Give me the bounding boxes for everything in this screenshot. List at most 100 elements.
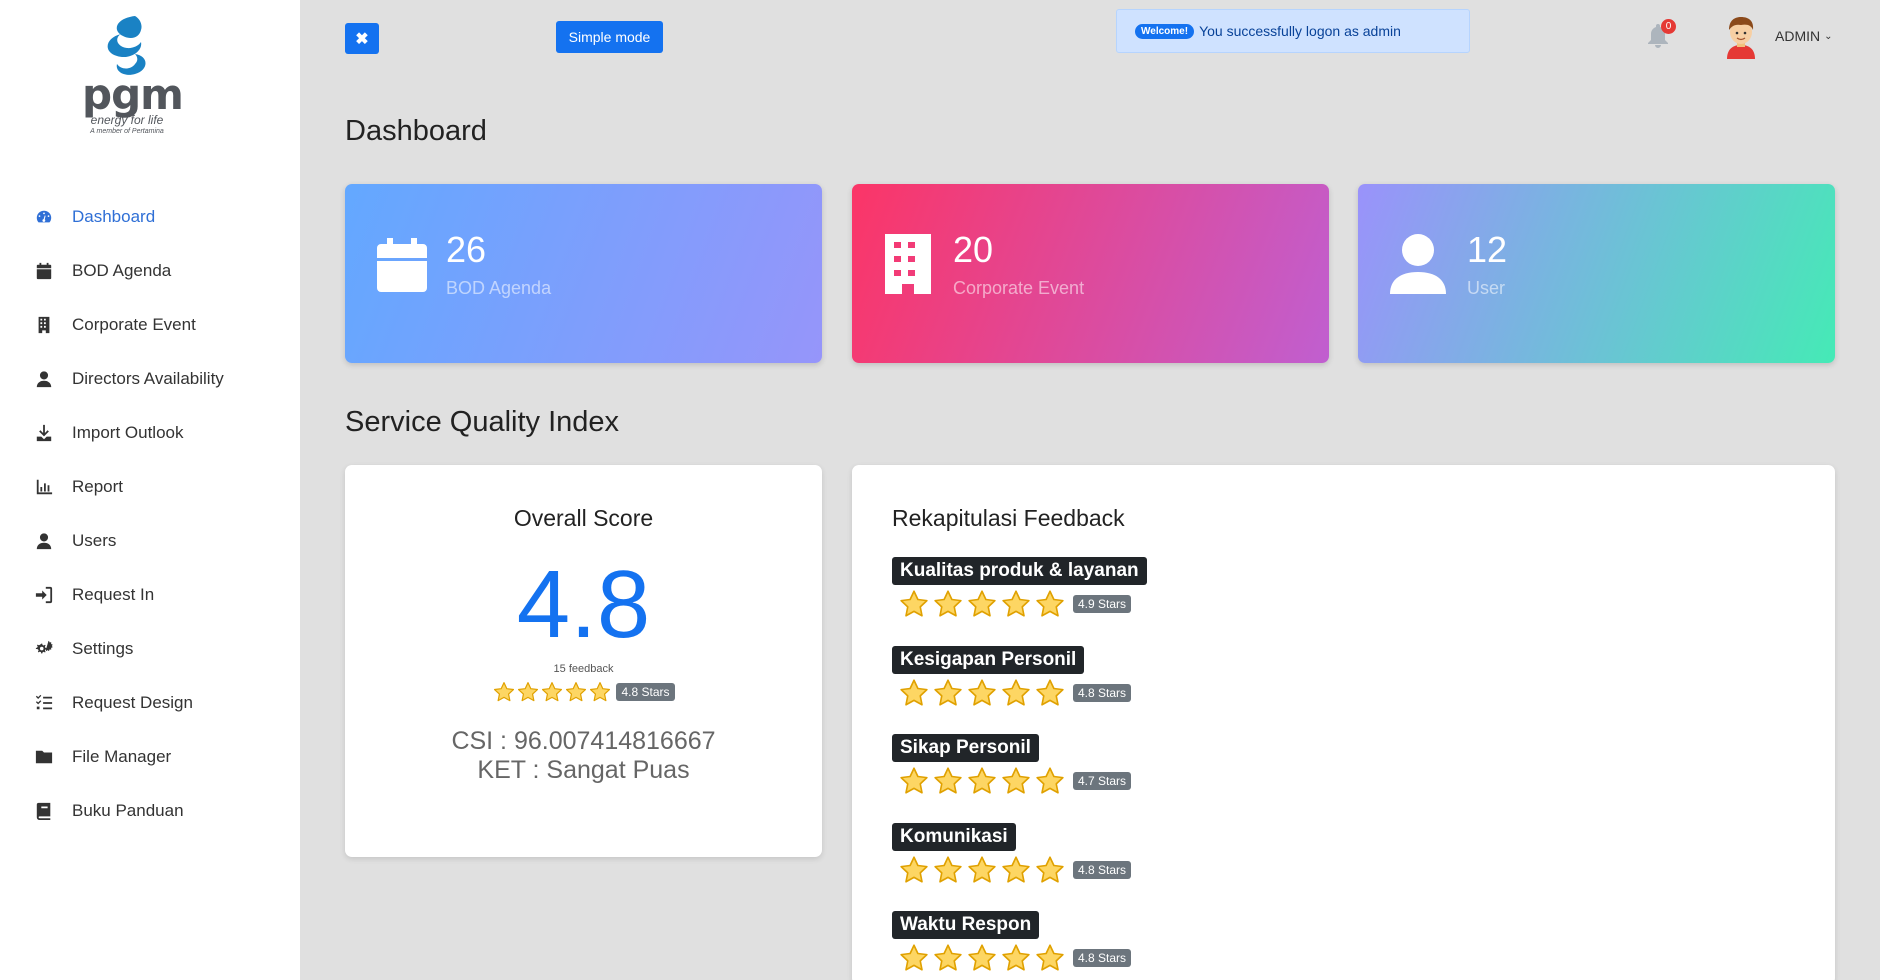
book-icon [34,801,54,821]
stat-card-bod-agenda[interactable]: 26 BOD Agenda [345,184,822,363]
star-icon [1001,943,1031,973]
sidebar-item-label: Users [72,531,117,550]
stat-card-corporate-event[interactable]: 20 Corporate Event [852,184,1329,363]
stars-badge: 4.8 Stars [616,683,675,701]
sidebar-item-label: Settings [72,639,134,658]
user-icon [34,531,54,551]
recap-item: Waktu Respon 4.8 Stars [892,911,1147,980]
brand-subline: A member of Pertamina [90,128,164,135]
feedback-recap-card: Rekapitulasi Feedback Kualitas produk & … [852,465,1835,980]
sidebar-item-buku-panduan[interactable]: Buku Panduan [0,784,300,838]
stat-value: 20 [953,229,994,270]
sidebar-item-directors-availability[interactable]: Directors Availability [0,352,300,406]
folder-icon [34,747,54,767]
sidebar-item-bod-agenda[interactable]: BOD Agenda [0,244,300,298]
sidebar-item-label: Directors Availability [72,369,224,388]
star-icon [899,855,929,885]
recap-item-label: Komunikasi [892,822,1016,851]
overall-score-value: 4.8 [516,551,651,658]
user-menu-dropdown[interactable]: ADMIN ⌄ [1775,28,1833,44]
stars-badge: 4.8 Stars [1073,860,1132,879]
page-title: Dashboard [345,115,487,147]
star-icon [493,681,515,703]
welcome-alert: Welcome! You successfully logon as admin [1116,9,1470,53]
star-icon [1035,855,1065,885]
recap-item-label: Kualitas produk & layanan [892,557,1147,585]
recap-item-label: Kesigapan Personil [892,645,1085,674]
list-check-icon [34,693,54,713]
sidebar-item-label: Request Design [72,693,193,712]
sidebar-item-users[interactable]: Users [0,514,300,568]
star-icon [1035,589,1065,619]
star-icon [899,678,929,708]
csi-summary: CSI : 96.007414816667 KET : Sangat Puas [345,727,822,785]
sidebar-item-report[interactable]: Report [0,460,300,514]
feedback-count: 15 feedback [553,663,614,675]
brand-tagline: energy for life [90,113,164,127]
user-name: ADMIN [1775,28,1821,44]
calendar-icon [375,232,429,296]
star-icon [933,589,963,619]
building-icon [883,232,933,296]
stat-card-user[interactable]: 12 User [1358,184,1835,363]
star-icon [1035,766,1065,796]
star-icon [899,589,929,619]
recap-star-rating: 4.8 Stars [899,855,1147,885]
stat-label: User [1467,278,1506,298]
star-icon [1001,766,1031,796]
sidebar-item-settings[interactable]: Settings [0,622,300,676]
sidebar-item-label: Import Outlook [72,423,184,442]
sidebar-item-label: Dashboard [72,207,156,226]
overall-score-heading: Overall Score [513,505,654,531]
sidebar-item-import-outlook[interactable]: Import Outlook [0,406,300,460]
logo-mark-icon [97,12,157,80]
stars-badge: 4.8 Stars [1073,683,1132,702]
avatar[interactable] [1723,15,1759,59]
recap-star-rating: 4.9 Stars [899,589,1147,619]
user-icon [1388,232,1448,296]
sidebar-item-corporate-event[interactable]: Corporate Event [0,298,300,352]
star-icon [933,855,963,885]
star-icon [967,943,997,973]
notification-count-badge: 0 [1661,19,1676,34]
sidebar-item-label: BOD Agenda [72,261,172,280]
star-icon [517,681,539,703]
star-icon [899,943,929,973]
recap-star-rating: 4.8 Stars [899,678,1147,708]
stars-badge: 4.7 Stars [1073,772,1132,790]
sidebar-nav: Dashboard BOD Agenda Corporate Event Dir… [0,190,300,838]
sidebar-item-file-manager[interactable]: File Manager [0,730,300,784]
stat-value: 12 [1467,229,1508,270]
recap-item: Sikap Personil 4.7 Stars [892,734,1147,823]
notification-bell-button[interactable]: 0 [1645,19,1676,50]
user-icon [34,369,54,389]
star-icon [899,766,929,796]
star-icon [1001,678,1031,708]
sidebar-item-dashboard[interactable]: Dashboard [0,190,300,244]
recap-star-rating: 4.7 Stars [899,766,1147,796]
star-icon [565,681,587,703]
toggle-sidebar-button[interactable]: ✖ [345,23,379,54]
recap-item: Kualitas produk & layanan 4.9 Stars [892,557,1147,646]
sidebar: pgm energy for life A member of Pertamin… [0,0,300,980]
sidebar-item-request-design[interactable]: Request Design [0,676,300,730]
simple-mode-button[interactable]: Simple mode [556,21,663,53]
stat-value: 26 [446,229,487,270]
sidebar-item-request-in[interactable]: Request In [0,568,300,622]
recap-item-label: Waktu Respon [892,911,1040,939]
stars-badge: 4.9 Stars [1073,595,1132,613]
calendar-icon [34,261,54,281]
recap-star-rating: 4.8 Stars [899,943,1147,973]
brand-logo[interactable]: pgm energy for life A member of Pertamin… [82,12,184,147]
welcome-badge: Welcome! [1135,23,1195,39]
star-icon [1035,943,1065,973]
building-icon [34,315,54,335]
star-icon [967,589,997,619]
sidebar-item-label: File Manager [72,747,172,766]
star-icon [933,678,963,708]
sidebar-item-label: Buku Panduan [72,801,184,820]
overall-star-rating: 4.8 Stars [345,681,822,703]
chevron-down-icon: ⌄ [1824,30,1833,42]
star-icon [541,681,563,703]
star-icon [1001,855,1031,885]
